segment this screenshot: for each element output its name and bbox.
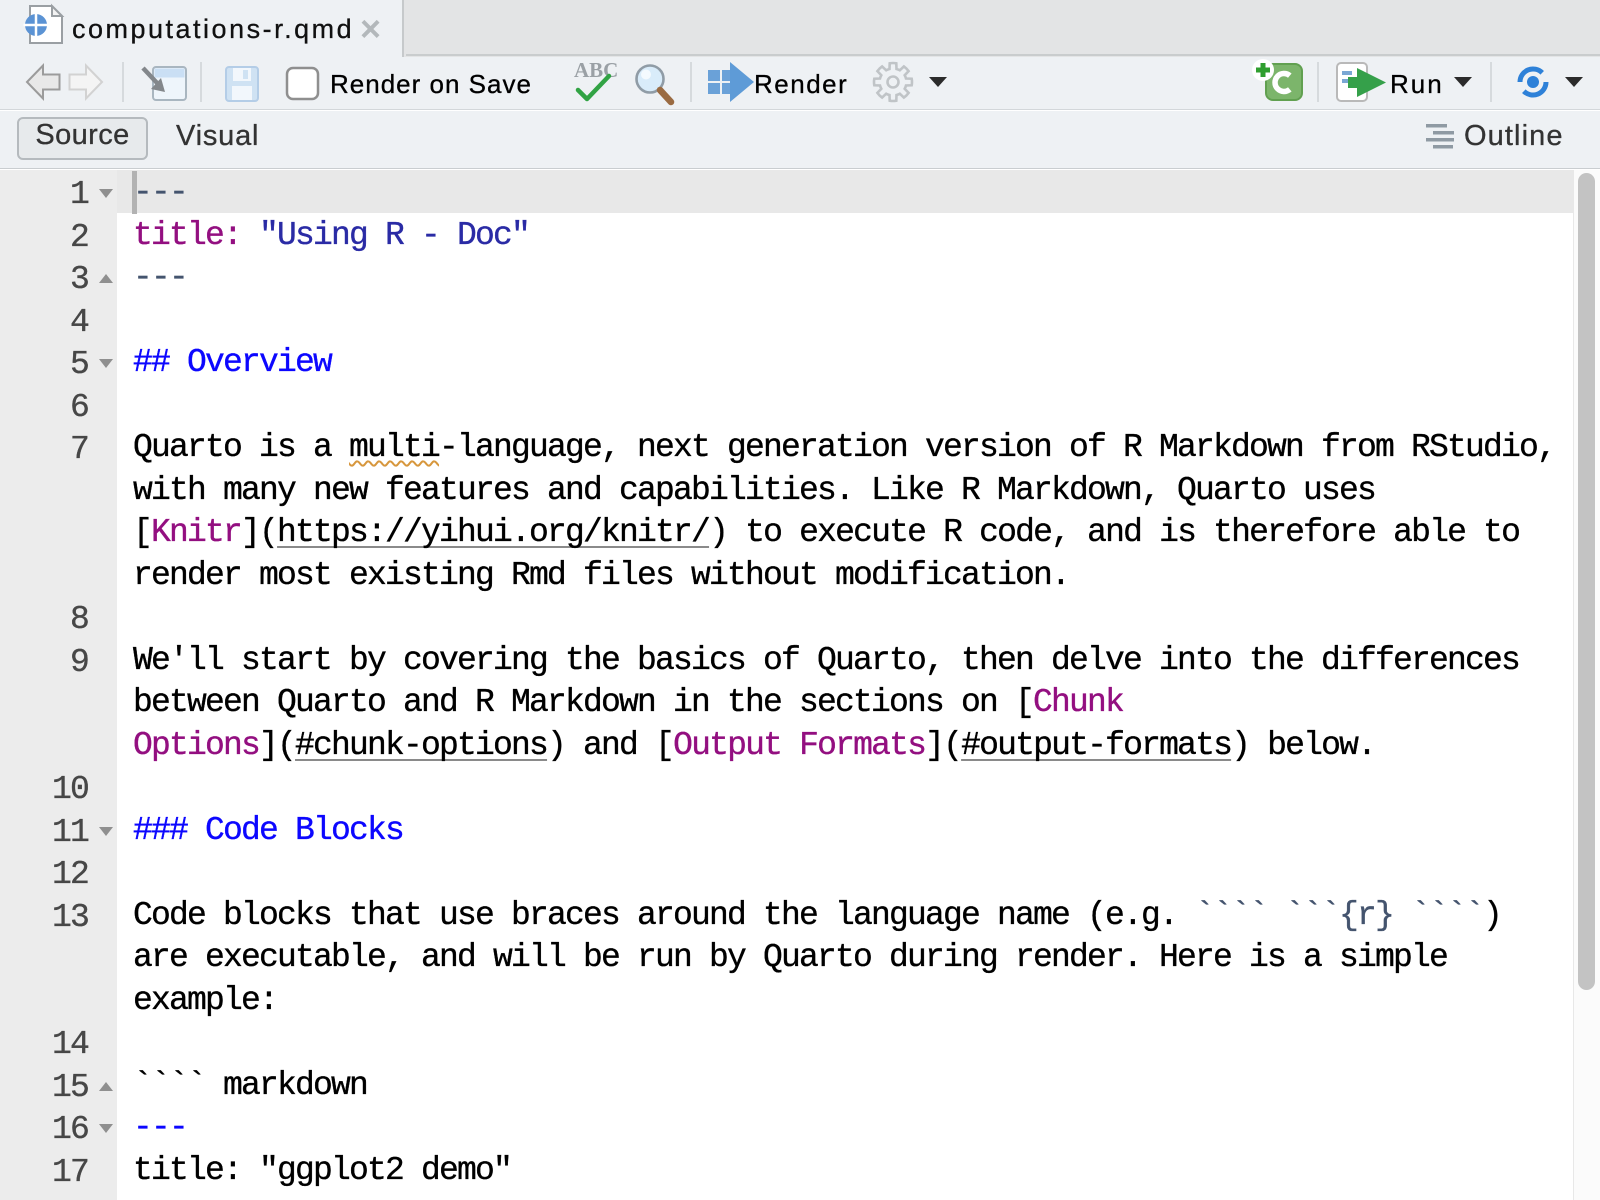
svg-text:ABC: ABC bbox=[574, 58, 618, 82]
